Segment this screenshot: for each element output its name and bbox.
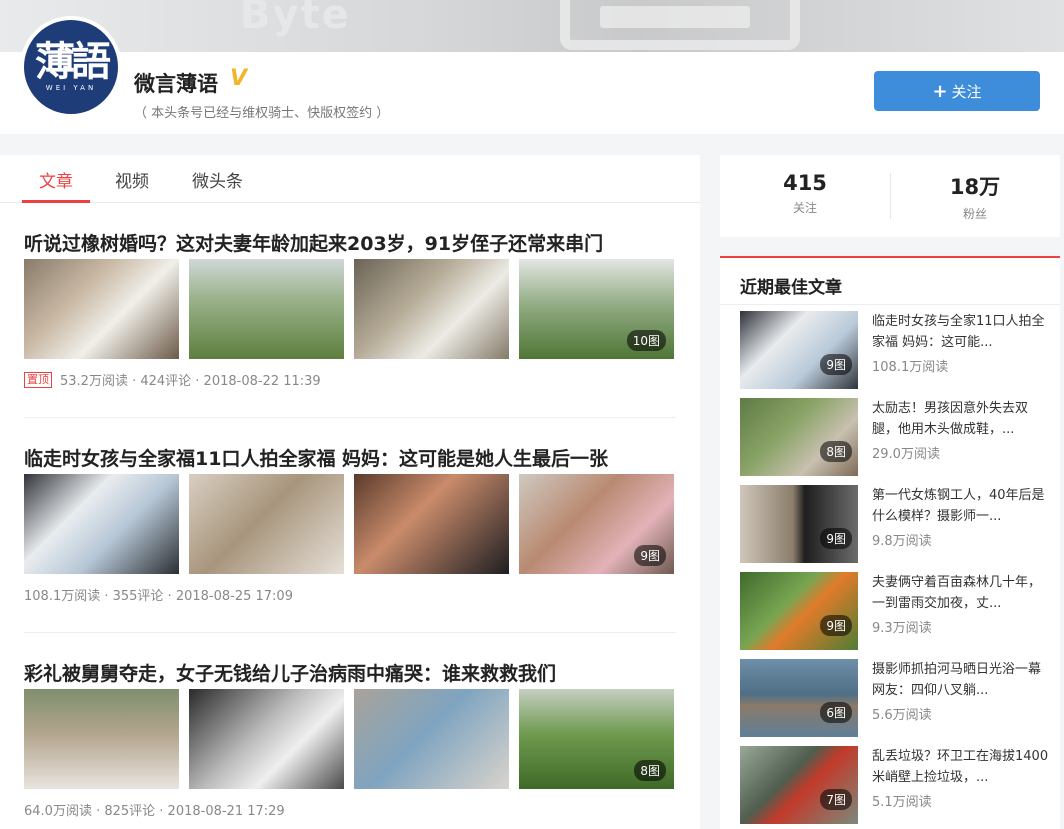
image-count-badge: 9图 (634, 545, 666, 566)
article-images[interactable]: 8图 (24, 689, 678, 789)
article-thumbnail[interactable] (189, 689, 344, 789)
article-thumbnail[interactable] (189, 259, 344, 359)
article-thumbnail[interactable] (24, 259, 179, 359)
image-count-badge: 9图 (820, 354, 852, 375)
article-meta: 64.0万阅读 · 825评论 · 2018-08-21 17:29 (24, 800, 285, 819)
article-meta: 108.1万阅读 · 355评论 · 2018-08-25 17:09 (24, 585, 293, 604)
best-article-title[interactable]: 第一代女炼钢工人，40年后是什么模样？摄影师一... (872, 485, 1050, 527)
tab-articles[interactable]: 文章 (39, 167, 73, 192)
followers-stat[interactable]: 18万 粉丝 (890, 171, 1060, 222)
plus-icon: + (932, 80, 948, 102)
image-count-badge: 8图 (820, 441, 852, 462)
active-tab-indicator (22, 200, 90, 203)
pinned-badge: 置顶 (24, 371, 52, 388)
article-title[interactable]: 临走时女孩与全家福11口人拍全家福 妈妈：这可能是她人生最后一张 (24, 444, 608, 471)
stat-label: 关注 (792, 201, 817, 215)
best-article-reads: 5.1万阅读 (872, 795, 932, 810)
stat-value: 18万 (949, 175, 1001, 199)
user-name: 微言薄语 (134, 72, 218, 96)
article-list-panel: 文章 视频 微头条 听说过橡树婚吗？这对夫妻年龄加起来203岁，91岁侄子还常来… (0, 155, 700, 829)
divider (24, 632, 676, 633)
stat-value: 415 (783, 171, 827, 195)
article-thumbnail[interactable] (189, 474, 344, 574)
image-count-badge: 8图 (634, 760, 666, 781)
best-article-reads: 108.1万阅读 (872, 360, 949, 375)
article-thumbnail[interactable] (354, 259, 509, 359)
article-images[interactable]: 10图 (24, 259, 678, 359)
best-article-thumbnail[interactable]: 9图 (740, 572, 858, 650)
image-count-badge: 6图 (820, 702, 852, 723)
best-article-thumbnail[interactable]: 7图 (740, 746, 858, 824)
avatar-text: 薄語 (35, 38, 111, 85)
best-article-title[interactable]: 太励志！男孩因意外失去双腿，他用木头做成鞋，... (872, 398, 1050, 440)
article-thumbnail[interactable] (354, 474, 509, 574)
article-thumbnail[interactable] (354, 689, 509, 789)
stats-panel: 415 关注 18万 粉丝 (720, 155, 1060, 237)
best-article-item[interactable]: 9图 夫妻俩守着百亩森林几十年，一到雷雨交加夜，丈... 9.3万阅读 (740, 572, 1050, 650)
banner-text: Byte (240, 0, 351, 38)
article-stats: 64.0万阅读 · 825评论 · 2018-08-21 17:29 (24, 804, 285, 819)
best-article-title[interactable]: 乱丢垃圾？环卫工在海拔1400米峭壁上捡垃圾，... (872, 746, 1050, 788)
article-thumbnail[interactable]: 10图 (519, 259, 674, 359)
best-article-reads: 29.0万阅读 (872, 447, 940, 462)
best-article-item[interactable]: 7图 乱丢垃圾？环卫工在海拔1400米峭壁上捡垃圾，... 5.1万阅读 (740, 746, 1050, 824)
banner-decoration (600, 6, 750, 28)
article-thumbnail[interactable] (24, 689, 179, 789)
verified-icon: V (230, 66, 248, 91)
header-banner: Byte (0, 0, 1064, 52)
tab-bar: 文章 视频 微头条 (0, 155, 700, 203)
best-article-thumbnail[interactable]: 9图 (740, 311, 858, 389)
best-article-thumbnail[interactable]: 9图 (740, 485, 858, 563)
best-article-thumbnail[interactable]: 8图 (740, 398, 858, 476)
image-count-badge: 9图 (820, 615, 852, 636)
follow-button[interactable]: + 关注 (874, 71, 1040, 111)
divider (720, 304, 1060, 305)
image-count-badge: 9图 (820, 528, 852, 549)
best-article-thumbnail[interactable]: 6图 (740, 659, 858, 737)
article-title[interactable]: 听说过橡树婚吗？这对夫妻年龄加起来203岁，91岁侄子还常来串门 (24, 229, 603, 256)
article-thumbnail[interactable]: 8图 (519, 689, 674, 789)
article-thumbnail[interactable]: 9图 (519, 474, 674, 574)
stat-label: 粉丝 (962, 207, 987, 221)
best-article-reads: 9.8万阅读 (872, 534, 932, 549)
avatar-subtext: WEI YAN (45, 84, 97, 92)
following-stat[interactable]: 415 关注 (720, 171, 890, 216)
best-article-reads: 5.6万阅读 (872, 708, 932, 723)
best-article-item[interactable]: 9图 第一代女炼钢工人，40年后是什么模样？摄影师一... 9.8万阅读 (740, 485, 1050, 563)
best-articles-title: 近期最佳文章 (740, 278, 842, 298)
best-article-item[interactable]: 9图 临走时女孩与全家11口人拍全家福 妈妈：这可能... 108.1万阅读 (740, 311, 1050, 389)
tab-micro-posts[interactable]: 微头条 (192, 167, 243, 192)
avatar[interactable]: 薄語 WEI YAN (20, 16, 122, 118)
article-stats: 108.1万阅读 · 355评论 · 2018-08-25 17:09 (24, 589, 293, 604)
tab-videos[interactable]: 视频 (115, 167, 149, 192)
best-article-title[interactable]: 临走时女孩与全家11口人拍全家福 妈妈：这可能... (872, 311, 1050, 353)
best-article-title[interactable]: 摄影师抓拍河马晒日光浴一幕 网友：四仰八叉躺... (872, 659, 1050, 701)
image-count-badge: 7图 (820, 789, 852, 810)
image-count-badge: 10图 (626, 330, 666, 351)
divider (24, 417, 676, 418)
best-article-title[interactable]: 夫妻俩守着百亩森林几十年，一到雷雨交加夜，丈... (872, 572, 1050, 614)
article-stats: 53.2万阅读 · 424评论 · 2018-08-22 11:39 (60, 374, 321, 389)
article-title[interactable]: 彩礼被舅舅夺走，女子无钱给儿子治病雨中痛哭：谁来救救我们 (24, 659, 556, 686)
best-article-item[interactable]: 8图 太励志！男孩因意外失去双腿，他用木头做成鞋，... 29.0万阅读 (740, 398, 1050, 476)
article-thumbnail[interactable] (24, 474, 179, 574)
best-article-item[interactable]: 6图 摄影师抓拍河马晒日光浴一幕 网友：四仰八叉躺... 5.6万阅读 (740, 659, 1050, 737)
best-articles-panel: 近期最佳文章 9图 临走时女孩与全家11口人拍全家福 妈妈：这可能... 108… (720, 256, 1060, 829)
best-article-reads: 9.3万阅读 (872, 621, 932, 636)
article-images[interactable]: 9图 (24, 474, 678, 574)
follow-label: 关注 (951, 82, 982, 101)
article-meta: 置顶 53.2万阅读 · 424评论 · 2018-08-22 11:39 (24, 370, 321, 389)
user-info: （ 本头条号已经与维权骑士、快版权签约 ） (134, 106, 390, 121)
